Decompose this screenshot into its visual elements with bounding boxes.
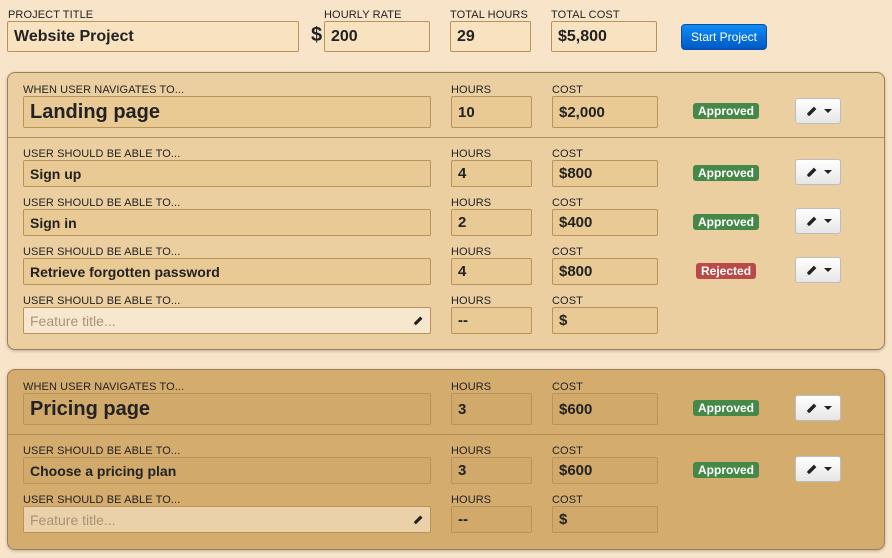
new-feature-cost: $ (552, 307, 658, 334)
section-label: WHEN USER NAVIGATES TO... (23, 381, 185, 393)
cost-label: COST (552, 84, 583, 96)
feature-label: USER SHOULD BE ABLE TO... (23, 445, 181, 457)
pencil-icon (806, 403, 816, 413)
total-hours-label: TOTAL HOURS (450, 9, 528, 21)
section-divider (8, 137, 884, 138)
hours-label: HOURS (451, 197, 492, 209)
edit-dropdown-button[interactable] (795, 208, 841, 234)
start-project-button[interactable]: Start Project (681, 24, 767, 50)
section-title-input[interactable]: Landing page (23, 96, 431, 128)
hours-label: HOURS (451, 295, 492, 307)
status-badge: Approved (693, 103, 760, 119)
pencil-icon (806, 464, 816, 474)
pencil-icon (806, 265, 816, 275)
pencil-icon (806, 106, 816, 116)
status-badge: Approved (693, 462, 760, 478)
section-hours-input[interactable]: 10 (451, 96, 532, 128)
feature-hours-input[interactable]: 3 (451, 457, 532, 484)
feature-hours-input[interactable]: 4 (451, 160, 532, 187)
feature-title-input[interactable]: Retrieve forgotten password (23, 258, 431, 285)
pencil-icon (806, 167, 816, 177)
caret-down-icon (823, 170, 832, 174)
edit-dropdown-button[interactable] (795, 98, 841, 124)
hours-label: HOURS (451, 445, 492, 457)
feature-label: USER SHOULD BE ABLE TO... (23, 197, 181, 209)
section-cost-value: $600 (552, 393, 658, 425)
pencil-icon (413, 515, 423, 524)
status-badge: Rejected (696, 263, 757, 279)
caret-down-icon (823, 406, 832, 410)
section-landing-page: WHEN USER NAVIGATES TO... Landing page H… (7, 72, 885, 350)
feature-title-input[interactable]: Choose a pricing plan (23, 457, 431, 484)
hours-label: HOURS (451, 148, 492, 160)
feature-cost-value: $800 (552, 160, 658, 187)
feature-title-input[interactable]: Sign in (23, 209, 431, 236)
pencil-icon (806, 216, 816, 226)
status-badge: Approved (693, 165, 760, 181)
hours-label: HOURS (451, 494, 492, 506)
currency-symbol: $ (311, 24, 323, 46)
caret-down-icon (823, 467, 832, 471)
hours-label: HOURS (451, 246, 492, 258)
project-title-label: PROJECT TITLE (8, 9, 94, 21)
hours-label: HOURS (451, 381, 492, 393)
cost-label: COST (552, 246, 583, 258)
pencil-icon (413, 316, 423, 325)
section-title-input[interactable]: Pricing page (23, 393, 431, 425)
total-hours-value: 29 (450, 21, 531, 52)
edit-dropdown-button[interactable] (795, 257, 841, 283)
total-cost-label: TOTAL COST (551, 9, 620, 21)
hourly-rate-input[interactable]: 200 (324, 21, 430, 52)
caret-down-icon (823, 268, 832, 272)
section-cost-value: $2,000 (552, 96, 658, 128)
caret-down-icon (823, 109, 832, 113)
feature-label: USER SHOULD BE ABLE TO... (23, 494, 181, 506)
new-feature-cost: $ (552, 506, 658, 533)
feature-label: USER SHOULD BE ABLE TO... (23, 148, 181, 160)
feature-placeholder: Feature title... (30, 312, 116, 329)
cost-label: COST (552, 445, 583, 457)
new-feature-hours: -- (451, 506, 532, 533)
feature-title-input[interactable]: Sign up (23, 160, 431, 187)
cost-label: COST (552, 295, 583, 307)
section-hours-input[interactable]: 3 (451, 393, 532, 425)
cost-label: COST (552, 381, 583, 393)
status-badge: Approved (693, 400, 760, 416)
total-cost-value: $5,800 (551, 21, 657, 52)
edit-dropdown-button[interactable] (795, 395, 841, 421)
hourly-rate-label: HOURLY RATE (324, 9, 402, 21)
feature-placeholder: Feature title... (30, 511, 116, 528)
cost-label: COST (552, 148, 583, 160)
feature-cost-value: $800 (552, 258, 658, 285)
caret-down-icon (823, 219, 832, 223)
status-badge: Approved (693, 214, 760, 230)
project-title-input[interactable]: Website Project (7, 21, 299, 52)
section-divider (8, 434, 884, 435)
feature-label: USER SHOULD BE ABLE TO... (23, 246, 181, 258)
cost-label: COST (552, 494, 583, 506)
feature-hours-input[interactable]: 2 (451, 209, 532, 236)
cost-label: COST (552, 197, 583, 209)
feature-hours-input[interactable]: 4 (451, 258, 532, 285)
feature-label: USER SHOULD BE ABLE TO... (23, 295, 181, 307)
edit-dropdown-button[interactable] (795, 456, 841, 482)
hours-label: HOURS (451, 84, 492, 96)
section-pricing-page: WHEN USER NAVIGATES TO... Pricing page H… (7, 369, 885, 550)
edit-dropdown-button[interactable] (795, 159, 841, 185)
new-feature-hours: -- (451, 307, 532, 334)
feature-cost-value: $600 (552, 457, 658, 484)
feature-cost-value: $400 (552, 209, 658, 236)
section-label: WHEN USER NAVIGATES TO... (23, 84, 185, 96)
new-feature-input[interactable]: Feature title... (23, 506, 431, 533)
new-feature-input[interactable]: Feature title... (23, 307, 431, 334)
